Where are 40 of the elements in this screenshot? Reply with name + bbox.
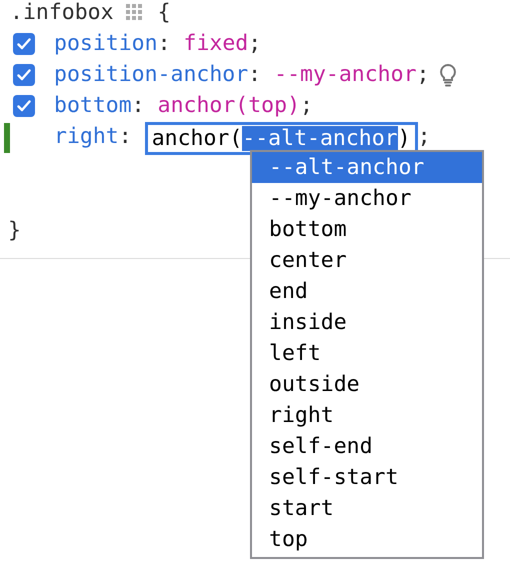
property-name[interactable]: position [54, 31, 158, 56]
colon: : [118, 124, 132, 149]
menu-item[interactable]: self-start [252, 462, 482, 493]
edit-marker [4, 123, 10, 153]
property-value[interactable]: --my-anchor [274, 62, 417, 87]
menu-item[interactable]: outside [252, 369, 482, 400]
property-name[interactable]: right [54, 124, 119, 149]
checkmark-icon [17, 38, 31, 50]
menu-item[interactable]: left [252, 338, 482, 369]
colon: : [248, 62, 262, 87]
menu-item[interactable]: end [252, 276, 482, 307]
semicolon: ; [300, 93, 313, 118]
menu-item[interactable]: right [252, 400, 482, 431]
semicolon: ; [416, 62, 430, 87]
menu-item[interactable]: inside [252, 307, 482, 338]
menu-item[interactable]: center [252, 245, 482, 276]
menu-item[interactable]: --alt-anchor [252, 152, 482, 183]
semicolon: ; [248, 31, 262, 56]
checkmark-icon [17, 68, 31, 80]
menu-item[interactable]: top [252, 524, 482, 555]
close-brace: } [8, 218, 21, 243]
property-value[interactable]: fixed [184, 31, 248, 56]
checkbox[interactable] [13, 32, 35, 54]
css-selector: .infobox [10, 0, 114, 25]
checkbox[interactable] [13, 94, 35, 116]
checkmark-icon [17, 100, 31, 112]
checkbox[interactable] [13, 64, 35, 86]
lightbulb-icon[interactable] [439, 62, 458, 86]
colon: : [158, 31, 171, 56]
menu-item[interactable]: bottom [252, 214, 482, 245]
property-name[interactable]: bottom [54, 93, 132, 118]
semicolon: ; [418, 124, 431, 149]
open-brace: { [158, 0, 171, 25]
property-name[interactable]: position-anchor [54, 62, 248, 87]
property-value[interactable]: anchor(top) [158, 93, 300, 118]
menu-item[interactable]: self-end [252, 431, 482, 462]
menu-item[interactable]: start [252, 493, 482, 524]
grid-icon[interactable] [126, 4, 144, 22]
menu-item[interactable]: --my-anchor [252, 183, 482, 214]
colon: : [132, 93, 145, 118]
